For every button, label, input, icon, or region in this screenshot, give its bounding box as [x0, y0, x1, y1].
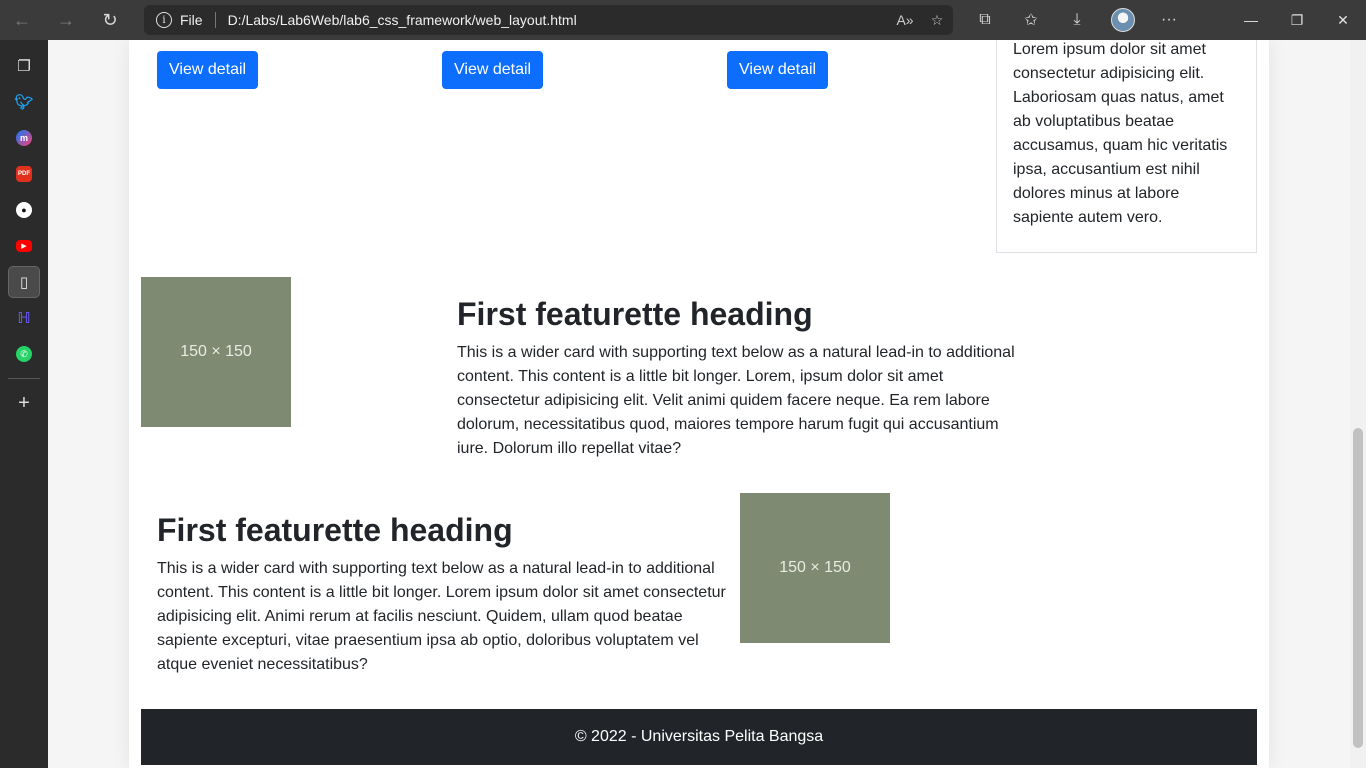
back-button[interactable]: ←	[0, 0, 44, 40]
sidebar-item-youtube[interactable]: ▶	[8, 230, 40, 262]
featurette-heading: First featurette heading	[457, 296, 813, 332]
restore-icon[interactable]: ❐	[1274, 0, 1320, 40]
view-detail-button-1[interactable]: View detail	[157, 51, 259, 89]
image-size-label: 150 × 150	[180, 343, 252, 360]
featurette-image-1: 150 × 150	[141, 277, 291, 427]
tabs-icon: ❐	[17, 58, 31, 75]
github-icon: ●	[16, 202, 32, 218]
more-menu-icon[interactable]: ···	[1146, 0, 1192, 40]
plus-icon: +	[18, 391, 30, 414]
forward-button[interactable]: →	[44, 0, 88, 40]
sidebar-item-twitter[interactable]: 🐦︎	[8, 86, 40, 118]
sidebar-item-tabs[interactable]: ❐	[8, 50, 40, 82]
sidebar-add-button[interactable]: +	[8, 387, 40, 419]
info-icon[interactable]: i	[156, 12, 172, 28]
profile-button[interactable]	[1100, 0, 1146, 40]
whatsapp-icon: ✆	[16, 346, 32, 362]
address-bar[interactable]: i File D:/Labs/Lab6Web/lab6_css_framewor…	[144, 5, 953, 35]
downloads-icon[interactable]: ⤓	[1054, 0, 1100, 40]
sidebar-item-whatsapp[interactable]: ✆	[8, 338, 40, 370]
twitter-icon: 🐦︎	[14, 94, 34, 111]
close-icon[interactable]: ✕	[1320, 0, 1366, 40]
featurette-1: First featurette heading This is a wider…	[457, 295, 1027, 461]
page-viewport: View detail View detail View detail Lore…	[48, 40, 1350, 768]
sidebar-item-page[interactable]: ▯	[8, 266, 40, 298]
scrollbar-thumb[interactable]	[1353, 428, 1363, 748]
avatar	[1111, 8, 1135, 32]
arrow-right-icon: →	[57, 9, 75, 30]
pdf-icon: PDF	[16, 166, 32, 182]
favorites-icon[interactable]: ✩	[1008, 0, 1054, 40]
browser-sidebar: ❐ 🐦︎ m PDF ● ▶ ▯ ℍ ✆ +	[0, 40, 48, 768]
minimize-icon[interactable]: —	[1228, 0, 1274, 40]
window-controls: — ❐ ✕	[1228, 0, 1366, 40]
aside-card: Lorem ipsum dolor sit amet consectetur a…	[996, 40, 1257, 253]
refresh-icon: ↻	[102, 9, 118, 30]
featurette-2: First featurette heading This is a wider…	[157, 511, 727, 677]
featurette-heading: First featurette heading	[157, 512, 513, 548]
messenger-icon: m	[16, 130, 32, 146]
url-text[interactable]: D:/Labs/Lab6Web/lab6_css_framework/web_l…	[228, 12, 889, 28]
featurette-image-2: 150 × 150	[740, 493, 890, 643]
browser-toolbar: ← → ↻ i File D:/Labs/Lab6Web/lab6_css_fr…	[0, 0, 1366, 40]
page-icon: ▯	[19, 274, 29, 291]
sidebar-item-messenger[interactable]: m	[8, 122, 40, 154]
vertical-scrollbar[interactable]	[1350, 40, 1366, 768]
aside-text: Lorem ipsum dolor sit amet consectetur a…	[1013, 41, 1228, 226]
image-size-label: 150 × 150	[779, 559, 851, 576]
featurette-text: This is a wider card with supporting tex…	[457, 344, 1015, 457]
toolbar-icons: ⧉ ✩ ⤓ ···	[962, 0, 1192, 40]
sidebar-item-app[interactable]: ℍ	[8, 302, 40, 334]
favorite-add-icon[interactable]: ☆	[921, 12, 953, 29]
extensions-icon[interactable]: ⧉	[962, 0, 1008, 40]
youtube-icon: ▶	[16, 240, 32, 252]
read-aloud-icon[interactable]: A»	[889, 12, 921, 28]
sidebar-item-pdf[interactable]: PDF	[8, 158, 40, 190]
scheme-label: File	[180, 12, 203, 28]
footer-text: © 2022 - Universitas Pelita Bangsa	[574, 728, 824, 745]
address-separator	[214, 12, 216, 28]
page-container: View detail View detail View detail Lore…	[129, 40, 1269, 768]
featurette-text: This is a wider card with supporting tex…	[157, 560, 726, 673]
sidebar-item-github[interactable]: ●	[8, 194, 40, 226]
arrow-left-icon: ←	[13, 9, 31, 30]
sidebar-divider	[8, 378, 40, 379]
page-footer: © 2022 - Universitas Pelita Bangsa	[141, 709, 1257, 765]
refresh-button[interactable]: ↻	[88, 0, 132, 40]
app-icon: ℍ	[17, 310, 31, 327]
view-detail-button-2[interactable]: View detail	[442, 51, 544, 89]
view-detail-button-3[interactable]: View detail	[727, 51, 829, 89]
